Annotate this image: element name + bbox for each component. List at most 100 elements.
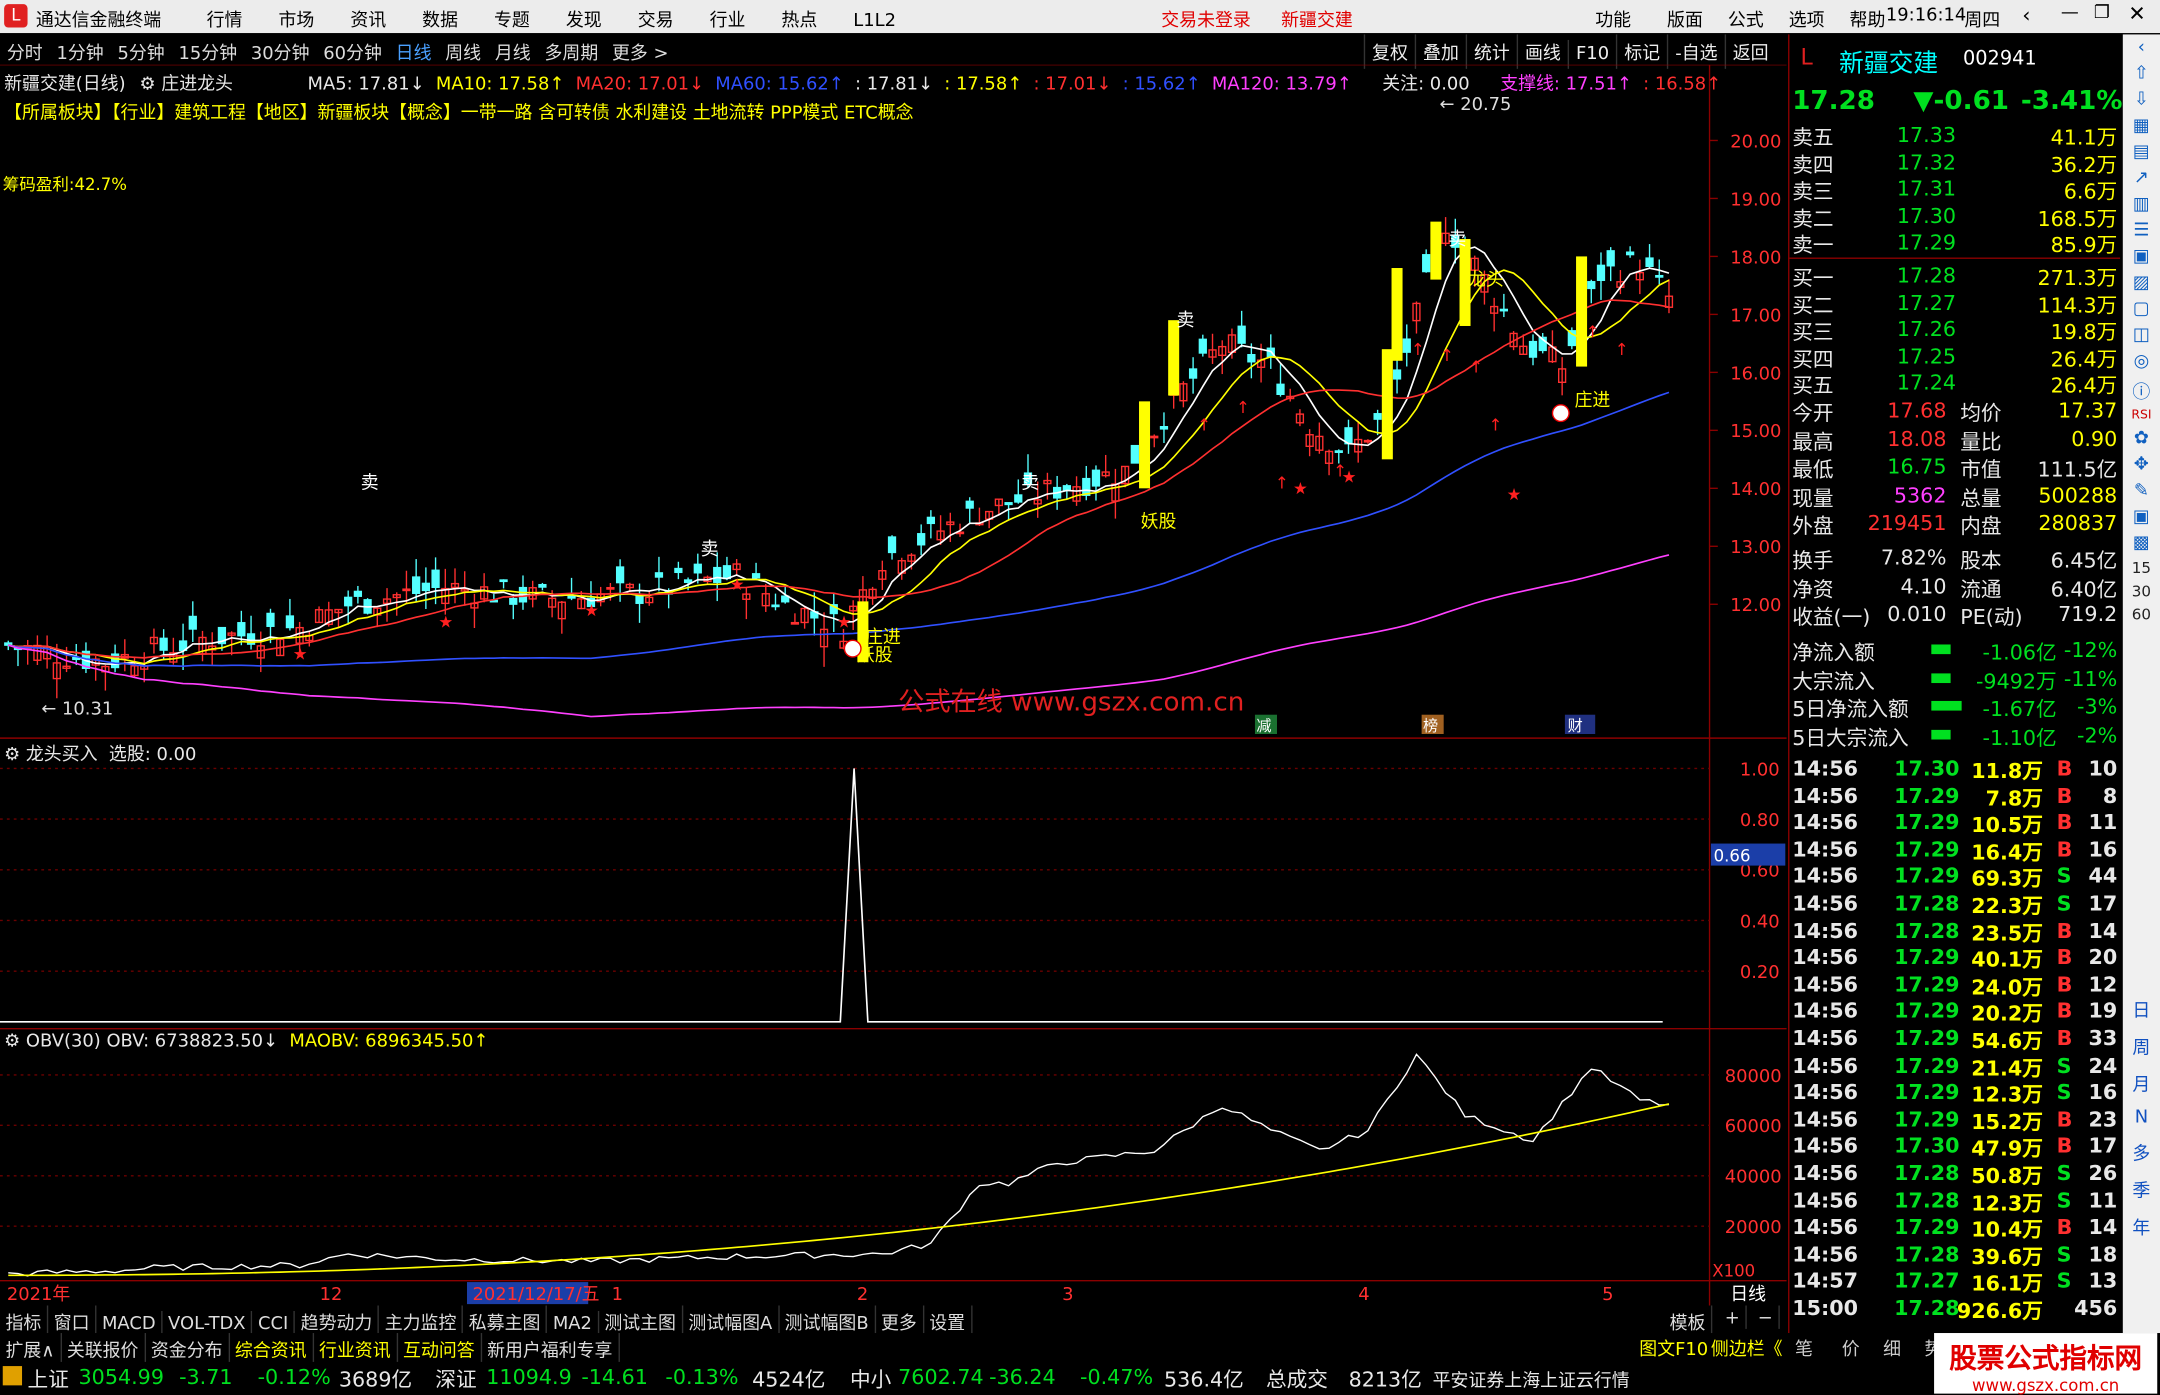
orderbook-row[interactable]: 卖三 17.31 6.6万 — [1789, 175, 2120, 205]
period-side-n[interactable]: N — [2130, 1107, 2153, 1128]
info-icon[interactable]: ⓘ — [2130, 377, 2153, 404]
menu-layout[interactable]: 版面 — [1667, 11, 1703, 32]
ext-xi[interactable]: 细 — [1883, 1334, 1901, 1361]
ext-fund[interactable]: 资金分布 — [145, 1333, 230, 1362]
period-side-quarter[interactable]: 季 — [2130, 1176, 2153, 1203]
ind1-settings-icon[interactable]: ⚙ — [4, 745, 26, 766]
tool-watchlist[interactable]: -自选 — [1666, 34, 1724, 69]
menu-function[interactable]: 功能 — [1595, 11, 1631, 32]
tab-trend[interactable]: 趋势动力 — [295, 1305, 380, 1335]
tab-window[interactable]: 窗口 — [48, 1305, 97, 1335]
period-5min[interactable]: 5分钟 — [111, 34, 172, 65]
tick-row[interactable]: 14:56 17.28 22.3万 S 17 — [1789, 890, 2120, 919]
doc-icon[interactable]: ▢ — [2130, 299, 2153, 320]
tab-macd[interactable]: MACD — [96, 1310, 163, 1335]
tick-row[interactable]: 15:00 17.28 926.6万 456 — [1789, 1294, 2120, 1324]
remove-button[interactable]: − — [1752, 1305, 1780, 1329]
ext-industry-news[interactable]: 行业资讯 — [313, 1333, 398, 1362]
index-name[interactable]: 深证 — [435, 1365, 476, 1394]
ext-f10[interactable]: 图文F10 — [1639, 1334, 1708, 1361]
period-side-week[interactable]: 周 — [2130, 1033, 2153, 1059]
tick-row[interactable]: 14:56 17.29 40.1万 B 20 — [1789, 944, 2120, 973]
tick-row[interactable]: 14:56 17.29 12.3万 S 16 — [1789, 1079, 2120, 1108]
tick-row[interactable]: 14:56 17.28 12.3万 S 11 — [1789, 1187, 2120, 1216]
menu-item[interactable]: 市场 — [278, 11, 314, 32]
tick-row[interactable]: 14:56 17.29 24.0万 B 12 — [1789, 971, 2120, 1000]
ext-qa[interactable]: 互动问答 — [398, 1333, 482, 1362]
menu-item[interactable]: 热点 — [781, 11, 817, 32]
tick-row[interactable]: 14:56 17.29 7.8万 B 8 — [1789, 782, 2120, 811]
close-icon[interactable]: ✕ — [2128, 1, 2145, 26]
tick-row[interactable]: 14:56 17.29 16.4万 B 16 — [1789, 836, 2120, 865]
menu-item[interactable]: 发现 — [566, 11, 602, 32]
tab-vol[interactable]: VOL-TDX — [163, 1310, 253, 1335]
menu-formula[interactable]: 公式 — [1728, 11, 1764, 32]
orderbook-row[interactable]: 买二 17.27 114.3万 — [1789, 289, 2120, 318]
period-fenshi[interactable]: 分时 — [0, 34, 50, 65]
tab-cci[interactable]: CCI — [252, 1310, 296, 1335]
chart-area[interactable]: 20.00 19.00 18.00 17.00 16.00 15.00 14.00 13.00… — [0, 64, 1787, 1306]
ext-expand[interactable]: 扩展∧ — [0, 1333, 62, 1362]
minimize-icon[interactable]: — — [2061, 3, 2079, 24]
tick-row[interactable]: 14:56 17.29 20.2万 B 19 — [1789, 998, 2120, 1027]
fz-icon[interactable]: ◫ — [2130, 325, 2153, 346]
tick-row[interactable]: 14:57 17.27 16.1万 S 13 — [1789, 1267, 2120, 1297]
tab-more[interactable]: 更多 — [875, 1305, 924, 1335]
tick-row[interactable]: 14:56 17.28 39.6万 S 18 — [1789, 1240, 2120, 1270]
orderbook-row[interactable]: 卖五 17.33 41.1万 — [1789, 121, 2120, 151]
fs-icon[interactable]: ▣ — [2130, 507, 2153, 528]
ext-welfare[interactable]: 新用户福利专享 — [482, 1333, 620, 1362]
tick-row[interactable]: 14:56 17.29 10.5万 B 11 — [1789, 809, 2120, 838]
login-status[interactable]: 交易未登录 — [1161, 6, 1251, 32]
table-icon[interactable]: ▤ — [2130, 142, 2153, 163]
orderbook-row[interactable]: 买一 17.28 271.3万 — [1789, 262, 2120, 291]
tick-row[interactable]: 14:56 17.29 54.6万 B 33 — [1789, 1025, 2120, 1054]
period-60min[interactable]: 60分钟 — [316, 34, 388, 65]
add-button[interactable]: + — [1719, 1305, 1747, 1329]
num60-icon[interactable]: 60 — [2130, 606, 2153, 624]
orderbook-row[interactable]: 卖一 17.29 85.9万 — [1789, 229, 2120, 259]
tick-row[interactable]: 14:56 17.28 23.5万 B 14 — [1789, 917, 2120, 946]
menu-item[interactable]: L1L2 — [853, 11, 896, 32]
tool-stats[interactable]: 统计 — [1465, 34, 1517, 69]
trend-icon[interactable]: ↗ — [2130, 168, 2153, 189]
grid-icon[interactable]: ▦ — [2130, 116, 2153, 137]
menu-item[interactable]: 交易 — [638, 11, 674, 32]
orderbook-row[interactable]: 卖四 17.32 36.2万 — [1789, 148, 2120, 178]
tool-overlay[interactable]: 叠加 — [1414, 34, 1466, 69]
tab-settings[interactable]: 设置 — [924, 1305, 972, 1335]
ind2-settings-icon[interactable]: ⚙ — [4, 1031, 26, 1052]
tick-row[interactable]: 14:56 17.29 21.4万 S 24 — [1789, 1052, 2120, 1081]
pen-icon[interactable]: ✎ — [2130, 481, 2153, 502]
num15-icon[interactable]: 15 — [2130, 559, 2153, 577]
back-icon[interactable]: ‹ — [2022, 3, 2030, 28]
menu-help[interactable]: 帮助 — [1850, 11, 1886, 32]
status-icon[interactable] — [2, 1366, 23, 1386]
menu-item[interactable]: 行业 — [710, 11, 746, 32]
menu-item[interactable]: 行情 — [207, 11, 243, 32]
list-icon[interactable]: ☰ — [2130, 220, 2153, 241]
image-icon[interactable]: ▩ — [2130, 533, 2153, 554]
tool-back[interactable]: 返回 — [1724, 34, 1775, 69]
tick-row[interactable]: 14:56 17.28 50.8万 S 26 — [1789, 1160, 2120, 1189]
tool-fuquan[interactable]: 复权 — [1363, 34, 1415, 69]
ind2-title[interactable]: OBV(30) — [26, 1031, 101, 1052]
ext-jia[interactable]: 价 — [1842, 1334, 1860, 1361]
period-daily[interactable]: 日线 — [389, 34, 439, 65]
tab-monitor[interactable]: 主力监控 — [379, 1305, 464, 1335]
f10-icon[interactable]: ▣ — [2130, 247, 2153, 268]
period-multi[interactable]: 多周期 — [538, 34, 606, 65]
tab-private[interactable]: 私募主图 — [463, 1305, 548, 1335]
tab-test-b[interactable]: 测试幅图B — [779, 1305, 876, 1335]
tick-row[interactable]: 14:56 17.29 69.3万 S 44 — [1789, 863, 2120, 892]
tab-test-main[interactable]: 测试主图 — [599, 1305, 683, 1335]
tab-ma2[interactable]: MA2 — [547, 1310, 599, 1335]
period-side-year[interactable]: 年 — [2130, 1213, 2153, 1240]
menu-item[interactable]: 数据 — [422, 11, 458, 32]
tick-list[interactable]: 14:56 17.30 11.8万 B 10 14:56 17.29 7.8万 B 8 14:56 1… — [1789, 755, 2120, 1326]
ext-related[interactable]: 关联报价 — [61, 1333, 146, 1362]
menu-item[interactable]: 专题 — [494, 11, 530, 32]
ind1-title[interactable]: 龙头买入 — [26, 745, 98, 766]
tick-row[interactable]: 14:56 17.29 15.2万 B 23 — [1789, 1106, 2120, 1135]
tool-draw[interactable]: 画线 — [1516, 34, 1568, 69]
